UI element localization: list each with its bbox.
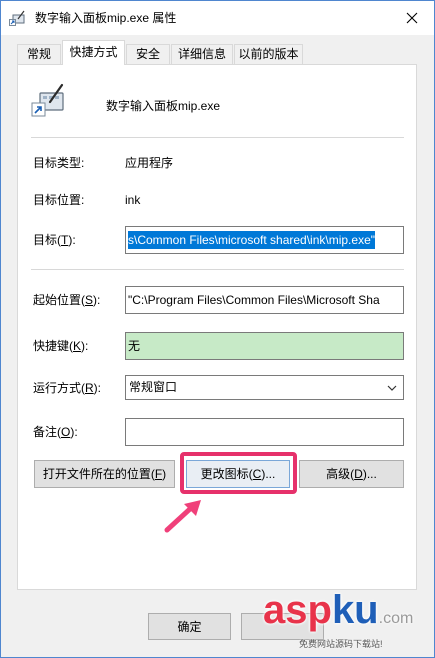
- start-in-label-suffix: ):: [93, 293, 101, 307]
- annotation-arrow-icon: [164, 500, 201, 533]
- start-in-label-accelerator: S: [85, 293, 94, 307]
- target-type-value: 应用程序: [125, 156, 174, 170]
- advanced-accelerator: D: [354, 467, 363, 481]
- close-icon: [406, 12, 418, 24]
- target-type-label: 目标类型:: [33, 156, 85, 170]
- window-title: 数字输入面板mip.exe 属性: [35, 11, 177, 25]
- annotation-highlight-frame: [180, 452, 297, 494]
- shortcut-tab-page: [17, 64, 417, 590]
- tab-general[interactable]: 常规: [17, 44, 61, 64]
- watermark-part2: ku: [331, 588, 379, 632]
- advanced-button[interactable]: 高级(D)...: [299, 460, 404, 488]
- target-location-label: 目标位置:: [33, 193, 85, 207]
- target-input-selected-text: s\Common Files\microsoft shared\ink\mip.…: [128, 231, 376, 249]
- run-label-suffix: ):: [93, 381, 102, 395]
- open-file-location-button[interactable]: 打开文件所在的位置(F): [34, 460, 175, 488]
- app-name: 数字输入面板mip.exe: [106, 99, 221, 113]
- comment-label-accelerator: O: [61, 425, 71, 439]
- close-button[interactable]: [397, 5, 427, 31]
- comment-label-suffix: ):: [70, 425, 78, 439]
- target-label: 目标(T):: [33, 233, 76, 247]
- advanced-text: 高级(: [326, 467, 355, 481]
- comment-label-text: 备注(: [33, 425, 61, 439]
- chevron-down-icon: [387, 385, 397, 391]
- tab-security[interactable]: 安全: [126, 44, 170, 64]
- tab-previous-versions[interactable]: 以前的版本: [234, 44, 303, 64]
- watermark-part3: .com: [378, 610, 414, 627]
- shortcut-file-icon: [9, 10, 25, 26]
- separator: [31, 137, 404, 138]
- watermark-logo: aspku.com: [263, 587, 413, 642]
- run-select[interactable]: 常规窗口: [125, 375, 404, 400]
- shortcut-key-label-text: 快捷键(: [33, 339, 73, 353]
- comment-label: 备注(O):: [33, 425, 78, 439]
- tab-details[interactable]: 详细信息: [171, 44, 233, 64]
- run-label-accelerator: R: [85, 381, 94, 395]
- watermark: aspku.com 免费网站源码下载站!: [259, 587, 431, 655]
- comment-input[interactable]: [125, 418, 404, 446]
- start-in-input[interactable]: "C:\Program Files\Common Files\Microsoft…: [125, 286, 404, 314]
- shortcut-key-label: 快捷键(K):: [33, 339, 88, 353]
- shortcut-key-label-accelerator: K: [73, 339, 82, 353]
- run-select-value: 常规窗口: [129, 380, 178, 394]
- shortcut-key-label-suffix: ):: [81, 339, 89, 353]
- target-input[interactable]: s\Common Files\microsoft shared\ink\mip.…: [125, 226, 404, 254]
- properties-dialog: 数字输入面板mip.exe 属性 常规 快捷方式 安全 详细信息 以前的版本 数…: [0, 0, 435, 658]
- separator: [31, 269, 404, 270]
- open-file-location-suffix: ): [162, 467, 167, 481]
- watermark-tagline: 免费网站源码下载站!: [299, 639, 383, 649]
- run-label-text: 运行方式(: [33, 381, 85, 395]
- run-label: 运行方式(R):: [33, 381, 101, 395]
- target-label-suffix: ):: [68, 233, 76, 247]
- target-location-value: ink: [125, 193, 141, 207]
- start-in-label: 起始位置(S):: [33, 293, 100, 307]
- advanced-suffix: )...: [362, 467, 377, 481]
- tab-shortcut[interactable]: 快捷方式: [62, 40, 125, 65]
- shortcut-key-input[interactable]: 无: [125, 332, 404, 360]
- ok-button[interactable]: 确定: [148, 613, 231, 640]
- target-label-text: 目标(: [33, 233, 61, 247]
- shortcut-pen-tablet-icon: [31, 83, 64, 117]
- open-file-location-text: 打开文件所在的位置(: [42, 467, 155, 481]
- watermark-part1: asp: [263, 588, 332, 632]
- start-in-label-text: 起始位置(: [33, 293, 85, 307]
